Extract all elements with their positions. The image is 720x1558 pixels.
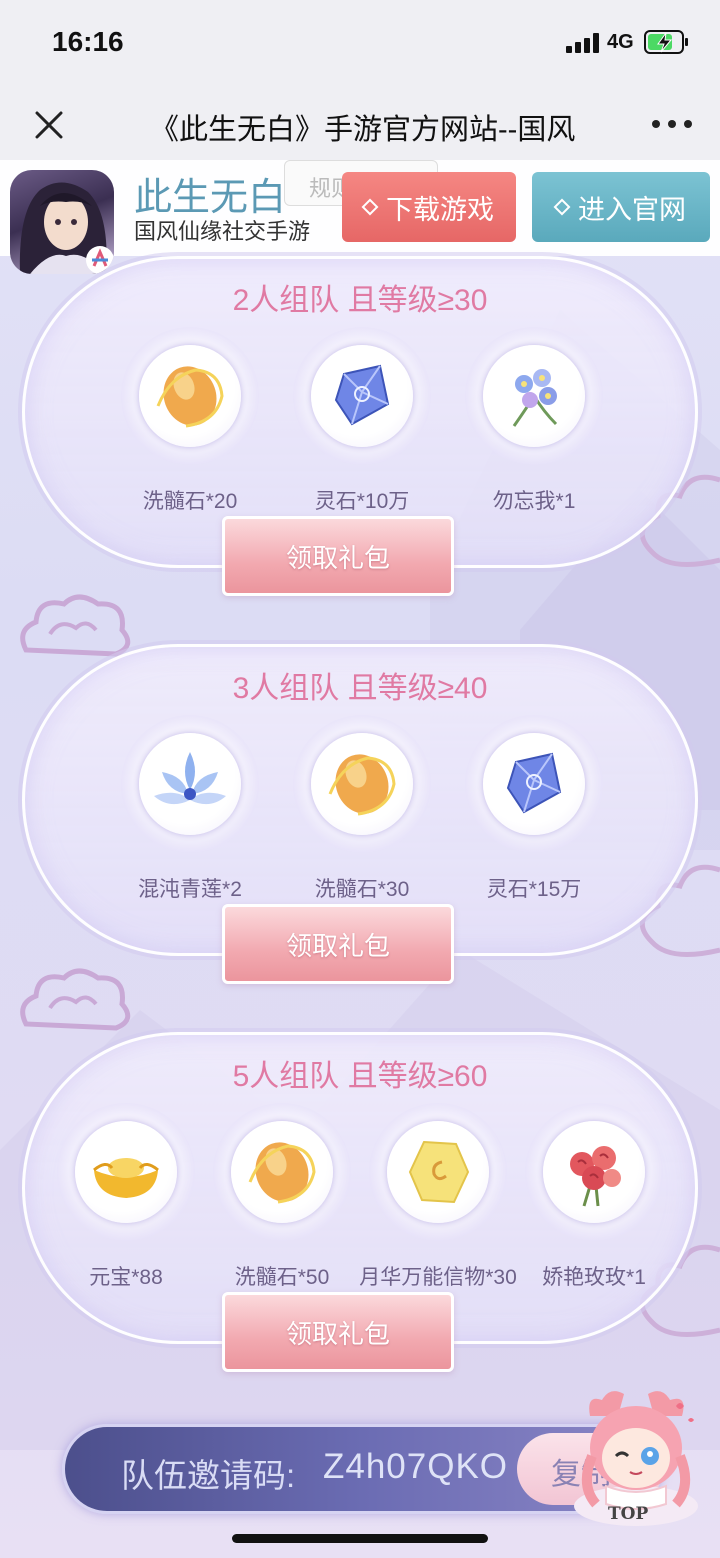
back-to-top-button[interactable]: TOP <box>566 1386 706 1534</box>
marrow-stone-icon <box>328 754 396 816</box>
invite-code-value[interactable]: Z4h07QKO <box>323 1447 508 1487</box>
official-site-button[interactable]: 进入官网 <box>532 172 710 242</box>
reward-card-title: 2人组队 且等级≥30 <box>232 284 488 317</box>
invite-code-label: 队伍邀请码: <box>121 1457 296 1494</box>
reward-card-title: 5人组队 且等级≥60 <box>232 1060 488 1093</box>
claim-gift-button[interactable]: 领取礼包 <box>222 516 454 596</box>
spirit-stone-icon <box>506 752 562 814</box>
chaos-lotus-icon <box>154 752 226 805</box>
reward-item[interactable]: 灵石*10万 <box>277 327 447 513</box>
app-download-banner: 此生无白 国风仙缘社交手游 规则 下载游戏 进入官网 <box>0 160 720 274</box>
battery-charging-icon <box>644 30 688 54</box>
app-icon[interactable] <box>10 170 114 274</box>
reward-item[interactable]: 月华万能信物*30 <box>353 1103 523 1289</box>
reward-item-label: 娇艳玫玫*1 <box>542 1266 646 1289</box>
reward-item-label: 勿忘我*1 <box>492 490 576 513</box>
reward-item[interactable]: 洗髓石*20 <box>105 327 275 513</box>
forget-me-not-icon <box>512 369 558 427</box>
marrow-stone-icon <box>248 1142 316 1204</box>
app-name: 此生无白 <box>134 177 287 219</box>
network-type: 4G <box>607 31 634 53</box>
top-label: TOP <box>608 1504 649 1524</box>
download-game-label: 下载游戏 <box>386 194 494 225</box>
home-indicator <box>232 1534 488 1543</box>
status-bar: 16:16 4G <box>0 0 720 88</box>
character-portrait-icon <box>19 182 114 274</box>
reward-card-title: 3人组队 且等级≥40 <box>232 672 488 705</box>
spirit-stone-icon <box>334 364 390 426</box>
claim-gift-button[interactable]: 领取礼包 <box>222 1292 454 1372</box>
reward-item[interactable]: 勿忘我*1 <box>449 327 619 513</box>
reward-item[interactable]: 娇艳玫玫*1 <box>509 1103 679 1289</box>
diamond-icon <box>553 198 571 216</box>
reward-item[interactable]: 混沌青莲*2 <box>105 715 275 901</box>
reward-item[interactable]: 洗髓石*50 <box>197 1103 367 1289</box>
download-game-button[interactable]: 下载游戏 <box>342 172 516 242</box>
reward-item-label: 灵石*15万 <box>486 878 582 901</box>
official-site-label: 进入官网 <box>578 194 686 225</box>
reward-item[interactable]: 灵石*15万 <box>449 715 619 901</box>
marrow-stone-icon <box>156 366 224 428</box>
rose-bouquet-icon <box>570 1146 621 1207</box>
cloud-decoration-left <box>20 968 131 1031</box>
moon-token-icon <box>408 1140 470 1204</box>
gold-ingot-icon <box>93 1158 159 1198</box>
close-icon[interactable] <box>30 106 68 144</box>
claim-gift-button[interactable]: 领取礼包 <box>222 904 454 984</box>
status-time: 16:16 <box>52 26 124 57</box>
page-title: 《此生无白》手游官方网站--国风 <box>150 114 576 146</box>
diamond-icon <box>361 198 379 216</box>
reward-item[interactable]: 元宝*88 <box>41 1103 211 1289</box>
reward-item[interactable]: 洗髓石*30 <box>277 715 447 901</box>
more-options-icon[interactable] <box>650 114 694 134</box>
app-subtitle: 国风仙缘社交手游 <box>134 219 311 244</box>
browser-nav-bar: 《此生无白》手游官方网站--国风 <box>0 88 720 160</box>
signal-icon <box>566 33 602 53</box>
